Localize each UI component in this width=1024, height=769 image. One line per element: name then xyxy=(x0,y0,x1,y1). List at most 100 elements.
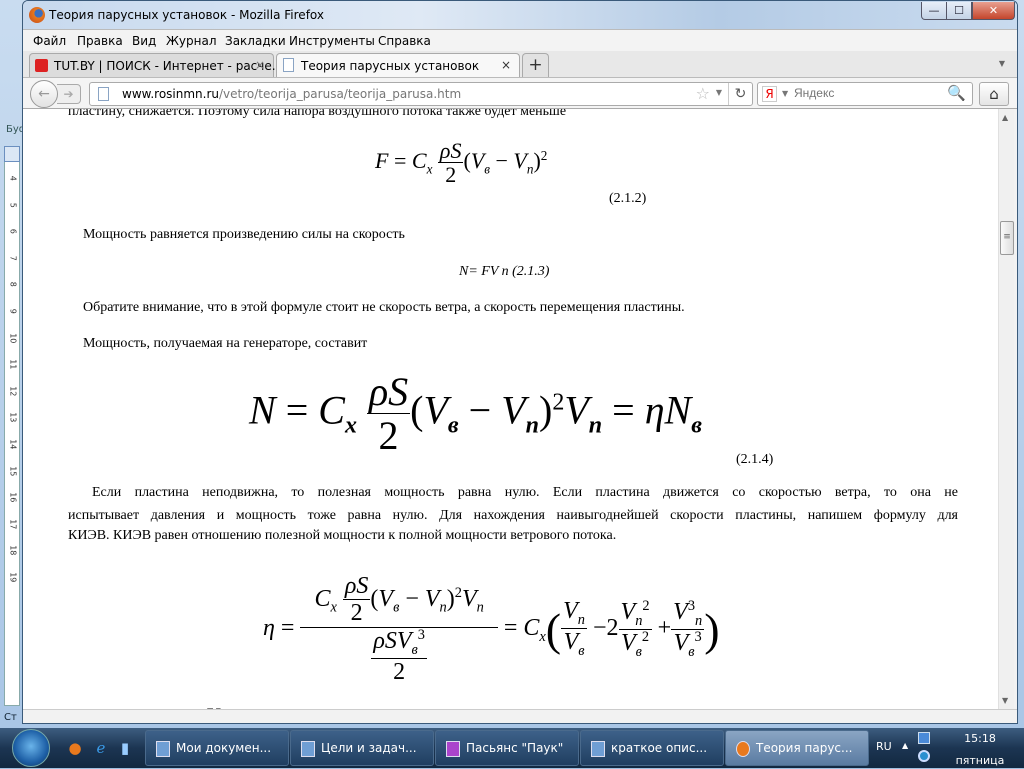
taskbar: ● e ▮ Мои докумен... Цели и задач... Пас… xyxy=(0,728,1024,768)
paragraph-line: Если пластина неподвижна, то полезная мо… xyxy=(92,485,958,500)
menu-edit[interactable]: Правка xyxy=(77,34,123,48)
tab-list-dropdown-icon[interactable]: ▼ xyxy=(999,59,1005,68)
formula-symbol: x xyxy=(426,161,433,177)
search-input[interactable] xyxy=(794,86,944,100)
task-spider-solitaire[interactable]: Пасьянс "Паук" xyxy=(435,730,579,766)
formula-symbol: n xyxy=(588,412,603,439)
formula-symbol: 2 xyxy=(393,658,406,685)
network-icon[interactable] xyxy=(918,732,930,744)
formula-2-1-4: N = Cx ρS 2 (Vв − Vn)2Vn = ηNв xyxy=(249,371,702,458)
formula-symbol: V xyxy=(461,585,477,612)
formula-symbol: = xyxy=(393,148,407,174)
vertical-scrollbar[interactable]: ▲ ≡ ▼ xyxy=(998,109,1014,709)
text-line: пластину, снижается. Поэтому сила напора… xyxy=(68,109,567,119)
formula-symbol: V xyxy=(470,148,485,174)
menu-history[interactable]: Журнал xyxy=(166,34,217,48)
formula-symbol: x xyxy=(330,599,337,616)
formula-symbol: n xyxy=(476,599,484,616)
home-button[interactable]: ⌂ xyxy=(979,82,1009,106)
formula-symbol: в xyxy=(393,599,400,616)
formula-symbol: = xyxy=(503,614,518,641)
formula-symbol: n xyxy=(577,611,585,628)
formula-symbol: в xyxy=(411,641,418,658)
ruler-mark: 18 xyxy=(8,545,18,556)
task-word-summary[interactable]: краткое опис... xyxy=(580,730,724,766)
scroll-up-arrow-icon[interactable]: ▲ xyxy=(1002,113,1008,122)
formula-symbol: 2 xyxy=(606,614,619,641)
reload-button[interactable]: ↻ xyxy=(728,83,752,105)
start-button[interactable] xyxy=(12,729,50,767)
task-my-documents[interactable]: Мои докумен... xyxy=(145,730,289,766)
tab-stop-selector[interactable] xyxy=(4,146,20,162)
menu-view[interactable]: Вид xyxy=(132,34,156,48)
ruler-mark: 14 xyxy=(8,439,18,450)
formula-symbol: 2 xyxy=(552,389,565,416)
close-tab-icon[interactable]: × xyxy=(255,58,265,72)
equation-number: (2.1.2) xyxy=(609,191,647,206)
search-magnifier-icon[interactable]: 🔍 xyxy=(947,84,966,102)
yandex-logo-icon[interactable]: Я xyxy=(762,86,777,102)
history-dropdown-icon[interactable]: ▼ xyxy=(716,88,722,97)
search-site-icon xyxy=(35,59,48,72)
task-firefox[interactable]: Теория парус... xyxy=(725,730,869,766)
show-hidden-icons-icon[interactable]: ▲ xyxy=(902,741,908,750)
clock-time: 15:18 xyxy=(964,732,996,745)
formula-symbol: в xyxy=(447,412,459,439)
scroll-down-arrow-icon[interactable]: ▼ xyxy=(1002,696,1008,705)
language-indicator[interactable]: RU xyxy=(876,740,892,753)
formula-symbol: x xyxy=(344,412,357,439)
ruler-mark: 6 xyxy=(8,228,18,235)
ruler-mark: 8 xyxy=(8,282,18,288)
formula-symbol: в xyxy=(688,643,695,660)
url-input[interactable]: www.rosinmn.ru/vetro/teorija_parusa/teor… xyxy=(122,87,461,101)
close-button[interactable]: ✕ xyxy=(972,2,1015,20)
page-icon xyxy=(98,87,109,101)
formula-symbol: 2 xyxy=(540,147,548,163)
task-word-goals[interactable]: Цели и задач... xyxy=(290,730,434,766)
ruler-mark: 7 xyxy=(8,255,18,261)
tab-teorija[interactable]: Теория парусных установок × xyxy=(276,53,520,78)
formula-symbol: V xyxy=(424,585,440,612)
maximize-button[interactable]: ☐ xyxy=(946,2,972,20)
paragraph-line: КИЭВ. КИЭВ равен отношению полезной мощн… xyxy=(68,528,617,543)
formula-symbol: + xyxy=(657,614,672,641)
clock[interactable]: 15:18 пятница xyxy=(952,731,1008,769)
formula-symbol: n xyxy=(439,599,447,616)
word-status-label: Ст xyxy=(4,712,17,723)
tab-tutby[interactable]: TUT.BY | ПОИСК - Интернет - расче... × xyxy=(29,53,283,77)
media-quicklaunch-icon[interactable]: ▮ xyxy=(116,738,134,758)
ie-quicklaunch-icon[interactable]: e xyxy=(92,738,110,758)
formula-symbol: − xyxy=(495,148,508,174)
tray-app-icon[interactable] xyxy=(918,750,930,762)
close-tab-icon[interactable]: × xyxy=(501,58,511,72)
task-label: Теория парус... xyxy=(756,741,853,755)
formula-symbol: N xyxy=(249,387,276,433)
formula-symbol: ) xyxy=(446,585,455,612)
menu-help[interactable]: Справка xyxy=(378,34,431,48)
formula-symbol: n xyxy=(695,612,703,629)
bookmark-star-icon[interactable]: ☆ xyxy=(696,84,710,103)
firefox-quicklaunch-icon[interactable]: ● xyxy=(66,738,84,758)
formula-symbol: C xyxy=(411,148,427,174)
menu-bookmarks[interactable]: Закладки xyxy=(225,34,286,48)
formula-symbol: η xyxy=(644,387,665,433)
formula-symbol: в xyxy=(691,412,702,439)
formula-symbol: ( xyxy=(463,148,471,174)
back-button[interactable]: ← xyxy=(30,80,58,108)
formula-symbol: 3 xyxy=(687,597,696,614)
formula-symbol: N xyxy=(664,387,692,433)
formula-symbol: n xyxy=(525,412,539,439)
new-tab-button[interactable]: + xyxy=(522,53,549,77)
search-engine-dropdown-icon[interactable]: ▼ xyxy=(782,89,788,98)
menu-tools[interactable]: Инструменты xyxy=(289,34,375,48)
formula-symbol: V xyxy=(501,387,526,433)
scrollbar-thumb[interactable]: ≡ xyxy=(1000,221,1014,255)
minimize-button[interactable]: — xyxy=(921,2,947,20)
formula-symbol: η xyxy=(263,614,275,641)
navigation-toolbar: ➔ ← www.rosinmn.ru/vetro/teorija_parusa/… xyxy=(23,77,1017,109)
formula-symbol: F xyxy=(375,148,389,174)
url-bar[interactable]: www.rosinmn.ru/vetro/teorija_parusa/teor… xyxy=(89,82,753,106)
formula-symbol: = xyxy=(612,387,635,433)
forward-button[interactable]: ➔ xyxy=(57,84,81,104)
menu-file[interactable]: Файл xyxy=(33,34,66,48)
